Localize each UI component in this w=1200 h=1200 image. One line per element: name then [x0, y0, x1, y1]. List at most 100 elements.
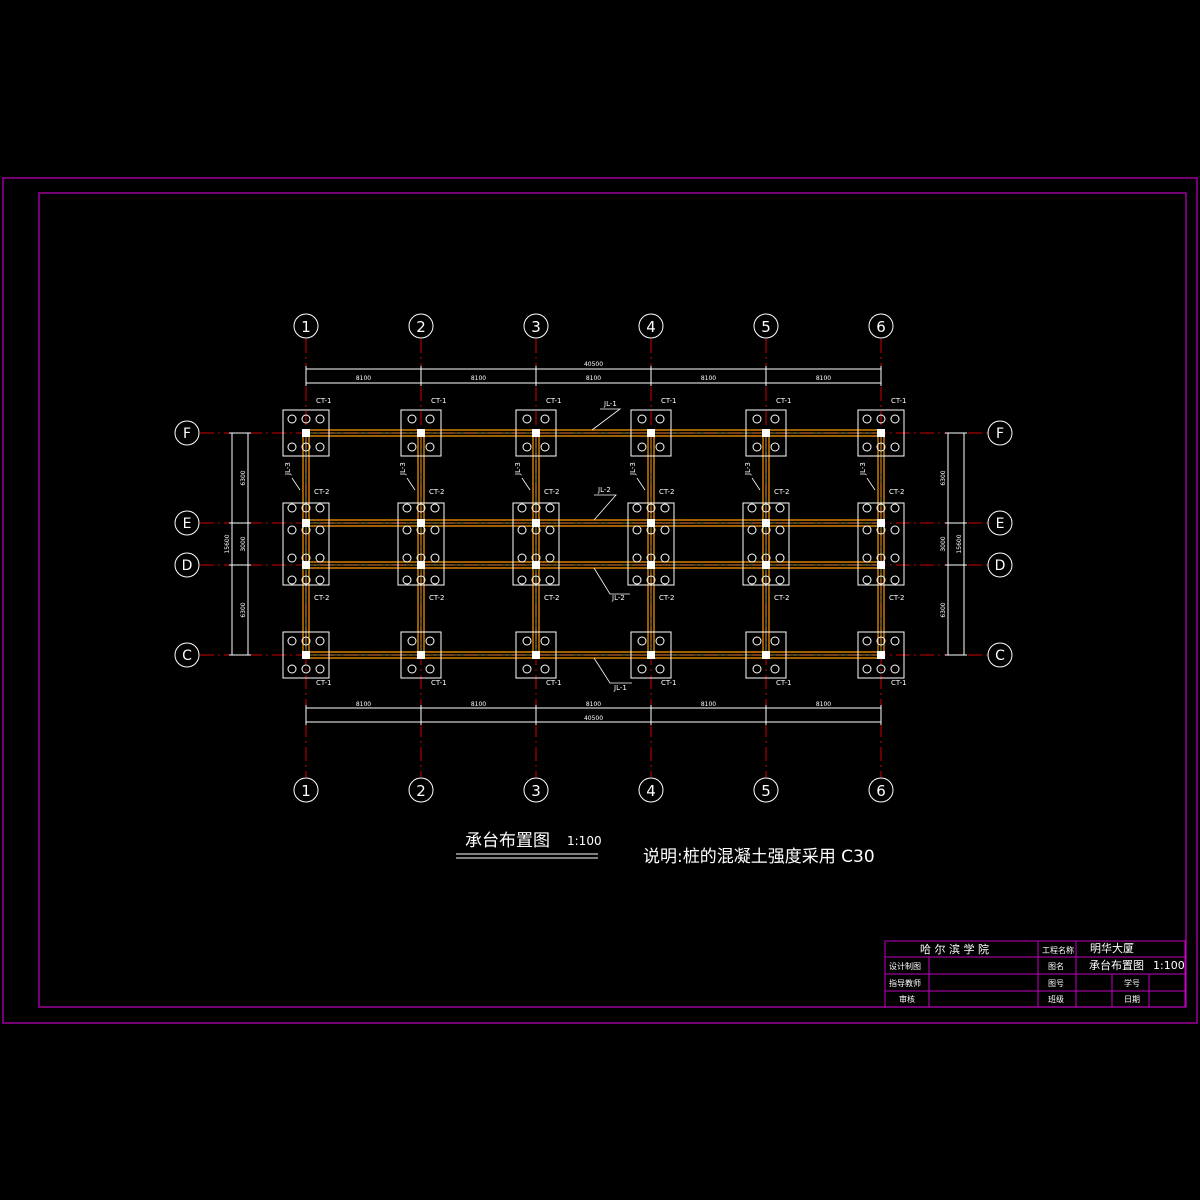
- column-F2: [417, 429, 425, 437]
- dim-span-text-top-4: 8100: [816, 375, 831, 382]
- column-D6: [877, 561, 885, 569]
- dim-span-vtext-left-2: 6300: [240, 602, 247, 617]
- tb-reviewer-label: 审核: [899, 994, 915, 1004]
- label-jl3-5: JL-3: [744, 462, 752, 476]
- tb-school: 哈 尔 滨 学 院: [920, 942, 989, 956]
- label-ct2-upper-3: CT-2: [544, 488, 560, 496]
- tb-project-value: 明华大厦: [1090, 941, 1134, 955]
- tb-designer-label: 设计制图: [889, 961, 921, 971]
- axis-label-right-D: D: [995, 558, 1006, 574]
- column-D4: [647, 561, 655, 569]
- dim-span-text-bottom-2: 8100: [586, 701, 601, 708]
- axis-label-bottom-1: 1: [301, 782, 311, 800]
- label-ct1-top-4: CT-1: [661, 397, 677, 405]
- dim-span-text-top-3: 8100: [701, 375, 716, 382]
- axis-label-left-D: D: [182, 558, 193, 574]
- label-ct1-bottom-5: CT-1: [776, 679, 792, 687]
- label-ct1-top-1: CT-1: [316, 397, 332, 405]
- label-ct2-lower-1: CT-2: [314, 594, 330, 602]
- axis-label-top-6: 6: [876, 318, 886, 336]
- label-ct1-top-5: CT-1: [776, 397, 792, 405]
- label-ct2-upper-4: CT-2: [659, 488, 675, 496]
- label-ct2-upper-5: CT-2: [774, 488, 790, 496]
- dim-span-text-bottom-3: 8100: [701, 701, 716, 708]
- axis-label-bottom-6: 6: [876, 782, 886, 800]
- axis-label-top-2: 2: [416, 318, 426, 336]
- label-jl1-bottom: JL-1: [613, 684, 627, 692]
- column-C1: [302, 651, 310, 659]
- column-C2: [417, 651, 425, 659]
- column-F3: [532, 429, 540, 437]
- drawing-scale: 1:100: [567, 834, 602, 848]
- label-ct1-top-6: CT-1: [891, 397, 907, 405]
- axis-label-left-F: F: [183, 426, 191, 442]
- dim-span-text-top-2: 8100: [586, 375, 601, 382]
- tb-date-label: 日期: [1124, 995, 1140, 1004]
- label-jl3-6: JL-3: [859, 462, 867, 476]
- label-jl3-1: JL-3: [284, 462, 292, 476]
- tb-advisor-label: 指导教师: [889, 978, 921, 988]
- dim-span-text-bottom-4: 8100: [816, 701, 831, 708]
- column-C4: [647, 651, 655, 659]
- tb-student-no-label: 学号: [1124, 978, 1140, 988]
- label-ct2-upper-1: CT-2: [314, 488, 330, 496]
- column-D2: [417, 561, 425, 569]
- axis-label-bottom-4: 4: [646, 782, 656, 800]
- column-C5: [762, 651, 770, 659]
- label-ct1-bottom-1: CT-1: [316, 679, 332, 687]
- axis-label-right-E: E: [996, 516, 1005, 532]
- label-jl3-2: JL-3: [399, 462, 407, 476]
- column-E3: [532, 519, 540, 527]
- axis-label-bottom-5: 5: [761, 782, 771, 800]
- axis-label-left-C: C: [182, 648, 192, 664]
- dim-total-text-top: 40500: [584, 361, 603, 368]
- dim-span-vtext-right-2: 6300: [940, 602, 947, 617]
- label-jl3-4: JL-3: [629, 462, 637, 476]
- dim-total-text-bottom: 40500: [584, 715, 603, 722]
- tb-drawing-name-label: 图名: [1048, 961, 1064, 971]
- label-ct1-bottom-3: CT-1: [546, 679, 562, 687]
- label-ct1-top-3: CT-1: [546, 397, 562, 405]
- column-F1: [302, 429, 310, 437]
- axis-label-top-5: 5: [761, 318, 771, 336]
- column-E5: [762, 519, 770, 527]
- label-ct2-lower-4: CT-2: [659, 594, 675, 602]
- label-ct1-top-2: CT-1: [431, 397, 447, 405]
- label-ct1-bottom-2: CT-1: [431, 679, 447, 687]
- column-E2: [417, 519, 425, 527]
- column-C3: [532, 651, 540, 659]
- dim-total-vtext-left: 15600: [224, 534, 231, 553]
- column-E4: [647, 519, 655, 527]
- tb-project-label: 工程名称: [1042, 945, 1074, 955]
- axis-label-top-3: 3: [531, 318, 541, 336]
- dim-span-text-bottom-1: 8100: [471, 701, 486, 708]
- column-D3: [532, 561, 540, 569]
- cad-drawing: 1 1 2 2 3 3 4 4 5 5 6 6 F F E E D D C C 40500 8100 8100 8100 81…: [0, 0, 1200, 1200]
- label-ct2-upper-2: CT-2: [429, 488, 445, 496]
- dim-span-vtext-left-1: 3000: [240, 536, 247, 551]
- label-ct2-lower-5: CT-2: [774, 594, 790, 602]
- axis-label-left-E: E: [183, 516, 192, 532]
- column-E1: [302, 519, 310, 527]
- label-jl2-bottom: JL-2: [611, 594, 625, 602]
- tb-drawing-name-value: 承台布置图: [1089, 958, 1144, 972]
- tb-class-label: 班级: [1048, 994, 1064, 1004]
- column-F4: [647, 429, 655, 437]
- dim-span-text-top-0: 8100: [356, 375, 371, 382]
- label-jl3-3: JL-3: [514, 462, 522, 476]
- axis-label-right-F: F: [996, 426, 1004, 442]
- drawing-note: 说明:桩的混凝土强度采用 C30: [643, 847, 875, 867]
- label-ct1-bottom-4: CT-1: [661, 679, 677, 687]
- dim-span-text-bottom-0: 8100: [356, 701, 371, 708]
- dim-span-vtext-right-1: 3000: [940, 536, 947, 551]
- column-F6: [877, 429, 885, 437]
- column-D1: [302, 561, 310, 569]
- label-ct1-bottom-6: CT-1: [891, 679, 907, 687]
- axis-label-right-C: C: [995, 648, 1005, 664]
- column-E6: [877, 519, 885, 527]
- drawing-title: 承台布置图: [465, 831, 550, 851]
- tb-drawing-scale: 1:100: [1153, 959, 1185, 972]
- label-ct2-lower-3: CT-2: [544, 594, 560, 602]
- label-jl2-top: JL-2: [597, 486, 611, 494]
- axis-label-top-4: 4: [646, 318, 656, 336]
